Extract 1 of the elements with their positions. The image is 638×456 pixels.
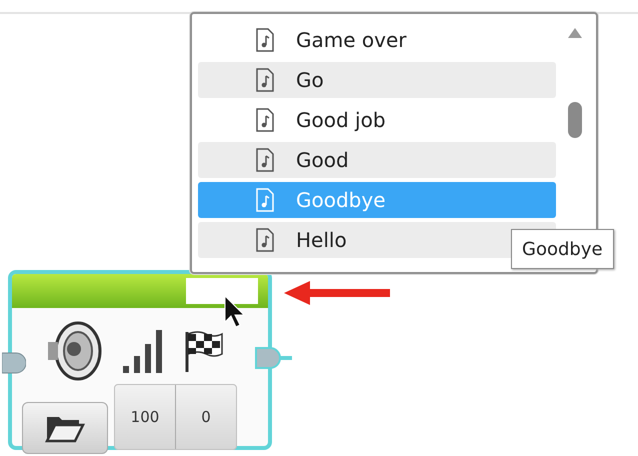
tooltip: Goodbye <box>511 229 614 269</box>
